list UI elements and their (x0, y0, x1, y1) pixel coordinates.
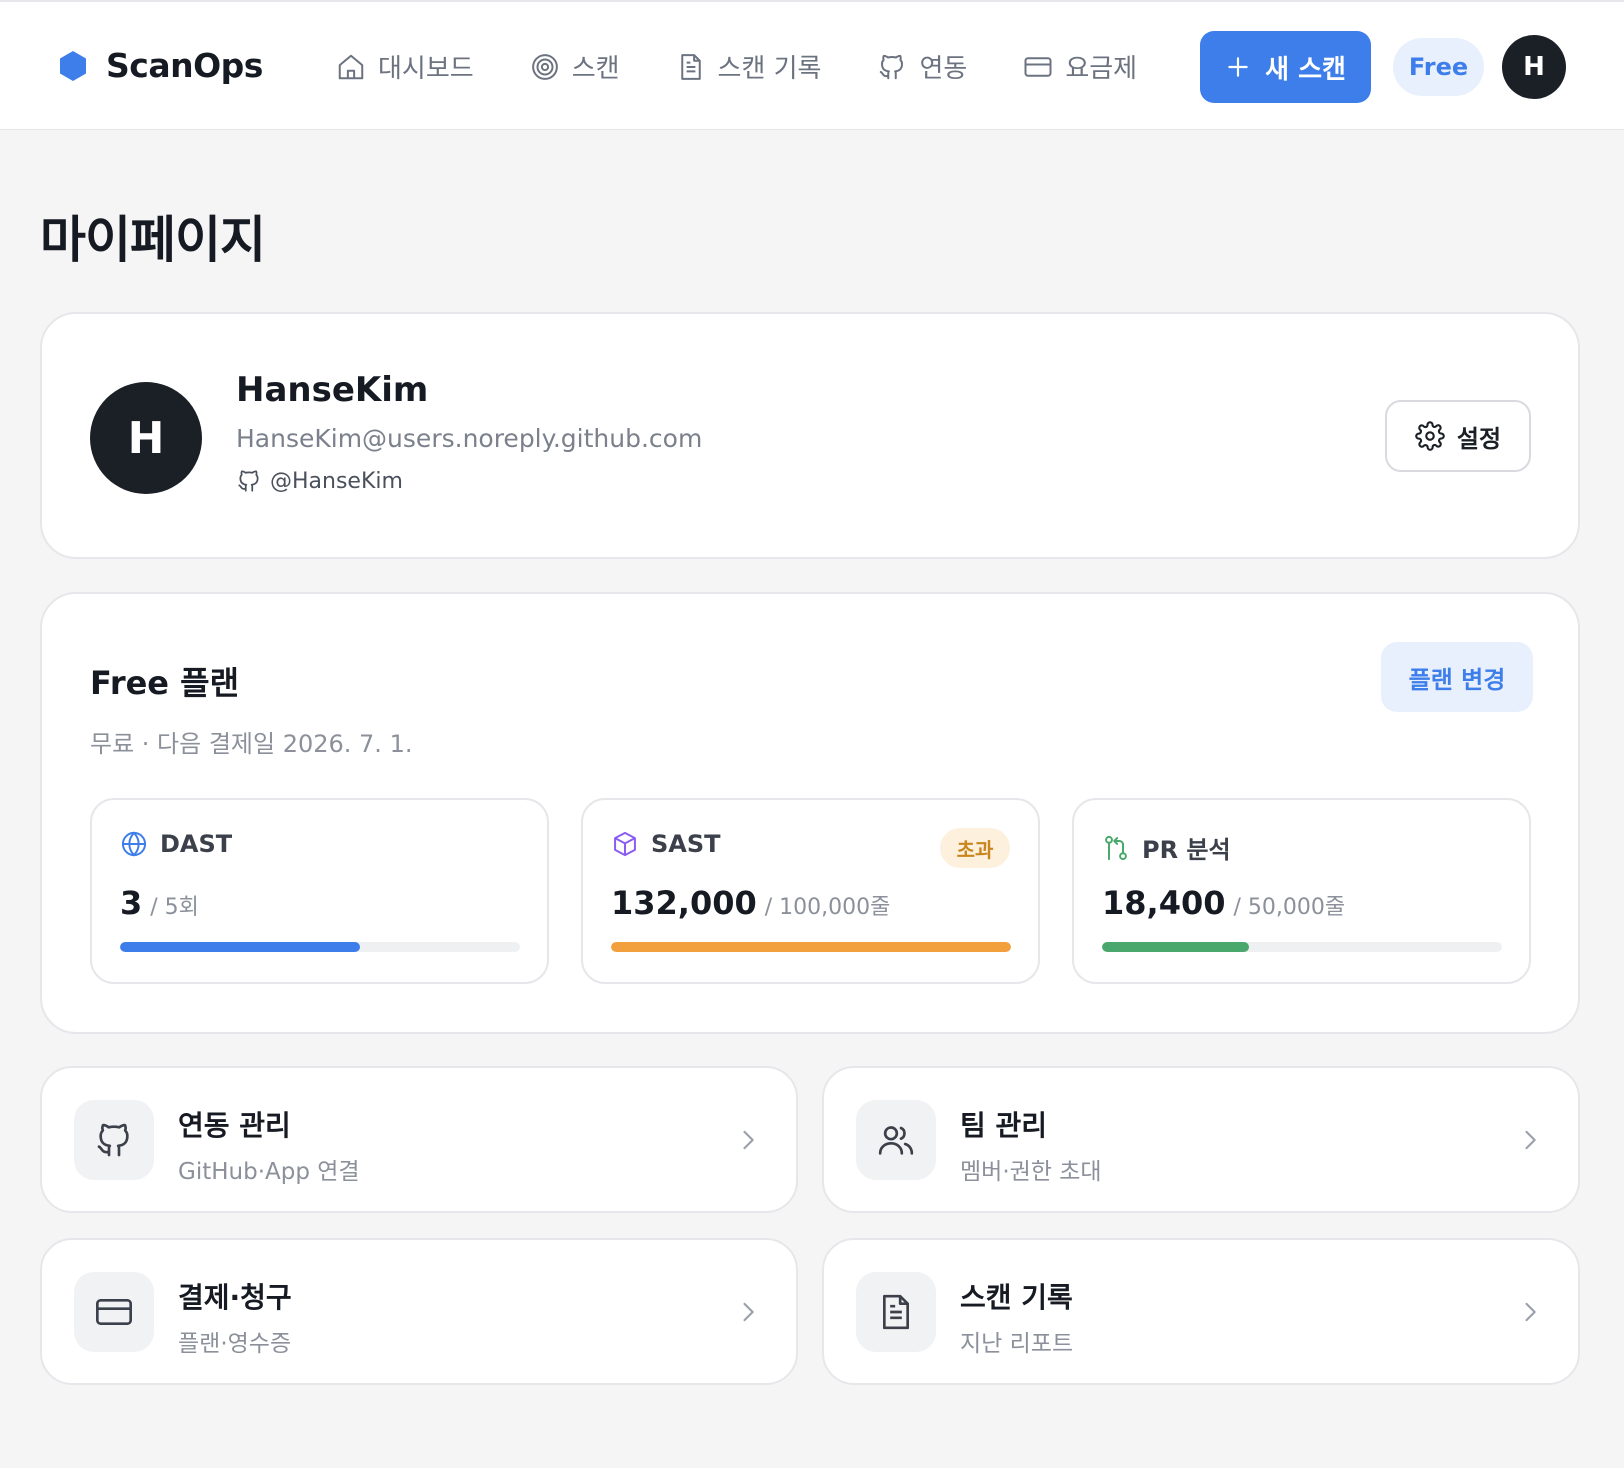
github-icon (236, 468, 262, 494)
link-subtitle: 플랜·영수증 (178, 1331, 292, 1357)
settings-label: 설정 (1456, 424, 1502, 453)
nav-item-dashboard[interactable]: 대시보드 (336, 48, 474, 85)
chevron-right-icon (1516, 1298, 1544, 1326)
cube-icon (611, 830, 639, 858)
link-title: 결제·청구 (178, 1281, 292, 1314)
new-scan-button[interactable]: 새 스캔 (1200, 31, 1371, 103)
nav-item-scan-history[interactable]: 스캔 기록 (676, 48, 822, 85)
plan-title: Free 플랜 (90, 664, 240, 702)
home-icon (336, 52, 366, 82)
profile-email: HanseKim@users.noreply.github.com (236, 424, 703, 453)
brand-logo[interactable]: ScanOps (58, 46, 263, 85)
file-icon (876, 1292, 916, 1332)
nav-label: 요금제 (1065, 54, 1138, 84)
users-icon (876, 1120, 916, 1160)
new-scan-label: 새 스캔 (1265, 54, 1346, 85)
usage-card-dast: DAST 3 / 5회 (90, 798, 549, 984)
usage-header: SAST (611, 830, 721, 858)
over-limit-badge: 초과 (940, 828, 1010, 868)
gear-icon (1415, 421, 1445, 451)
link-subtitle: GitHub·App 연결 (178, 1159, 360, 1185)
change-plan-button[interactable]: 플랜 변경 (1381, 642, 1533, 712)
usage-label: DAST (160, 830, 233, 858)
main-nav: 대시보드 스캔 스캔 기록 연동 요금제 (336, 48, 1193, 85)
usage-header: DAST (120, 830, 232, 858)
link-title: 연동 관리 (178, 1109, 291, 1142)
credit-card-icon (94, 1292, 134, 1332)
profile-avatar: H (90, 382, 202, 494)
chevron-right-icon (1516, 1126, 1544, 1154)
usage-progress-track (120, 942, 520, 952)
github-handle-text: @HanseKim (270, 468, 403, 494)
link-icon-box (856, 1100, 936, 1180)
link-subtitle: 지난 리포트 (960, 1331, 1074, 1357)
link-title: 스캔 기록 (960, 1281, 1073, 1314)
file-icon (676, 52, 706, 82)
nav-label: 연동 (919, 54, 968, 84)
team-management-card[interactable]: 팀 관리 멤버·권한 초대 (822, 1066, 1580, 1213)
usage-used: 132,000 (611, 884, 757, 922)
chevron-right-icon (734, 1126, 762, 1154)
scan-history-card[interactable]: 스캔 기록 지난 리포트 (822, 1238, 1580, 1385)
nav-label: 스캔 (571, 54, 620, 84)
usage-progress-bar (1102, 942, 1250, 952)
usage-progress-bar (120, 942, 360, 952)
usage-card-pr-analysis: PR 분석 18,400 / 50,000줄 (1072, 798, 1531, 984)
usage-label: SAST (651, 830, 721, 858)
chevron-right-icon (734, 1298, 762, 1326)
user-avatar[interactable]: H (1502, 35, 1566, 99)
github-icon (877, 52, 907, 82)
usage-card-sast: SAST 초과 132,000 / 100,000줄 (581, 798, 1040, 984)
usage-progress-track (1102, 942, 1502, 952)
link-icon-box (856, 1272, 936, 1352)
usage-used: 18,400 (1102, 884, 1226, 922)
brand-name: ScanOps (106, 46, 263, 85)
usage-label: PR 분석 (1142, 836, 1231, 864)
plan-card: Free 플랜 무료 · 다음 결제일 2026. 7. 1. 플랜 변경 DA… (40, 592, 1580, 1034)
billing-card[interactable]: 결제·청구 플랜·영수증 (40, 1238, 798, 1385)
plan-badge[interactable]: Free (1393, 38, 1484, 96)
profile-card: H HanseKim HanseKim@users.noreply.github… (40, 312, 1580, 559)
link-subtitle: 멤버·권한 초대 (960, 1159, 1102, 1185)
nav-item-scan[interactable]: 스캔 (530, 48, 620, 85)
nav-item-integrations[interactable]: 연동 (877, 48, 967, 85)
usage-header: PR 분석 (1102, 830, 1231, 865)
globe-icon (120, 830, 148, 858)
nav-label: 대시보드 (378, 54, 474, 84)
plan-subtitle: 무료 · 다음 결제일 2026. 7. 1. (90, 730, 413, 758)
usage-progress-bar (611, 942, 1011, 952)
integrations-management-card[interactable]: 연동 관리 GitHub·App 연결 (40, 1066, 798, 1213)
target-icon (530, 52, 560, 82)
profile-name: HanseKim (236, 370, 429, 410)
github-icon (94, 1120, 134, 1160)
usage-limit: / 50,000줄 (1233, 895, 1346, 920)
page-title: 마이페이지 (40, 211, 266, 269)
usage-used: 3 (120, 884, 143, 922)
settings-button[interactable]: 설정 (1385, 400, 1531, 472)
top-header: ScanOps 대시보드 스캔 스캔 기록 연동 요금제 새 스캔 Free H (0, 0, 1624, 130)
usage-value: 132,000 / 100,000줄 (611, 884, 890, 922)
git-pull-request-icon (1102, 834, 1130, 862)
plus-icon (1225, 54, 1251, 80)
link-icon-box (74, 1272, 154, 1352)
hexagon-logo-icon (58, 50, 88, 82)
usage-value: 3 / 5회 (120, 884, 199, 922)
usage-limit: / 5회 (150, 895, 199, 920)
nav-label: 스캔 기록 (717, 54, 822, 84)
usage-value: 18,400 / 50,000줄 (1102, 884, 1345, 922)
link-icon-box (74, 1100, 154, 1180)
usage-limit: / 100,000줄 (764, 895, 891, 920)
profile-github-handle: @HanseKim (236, 468, 403, 494)
link-title: 팀 관리 (960, 1109, 1048, 1142)
credit-card-icon (1023, 52, 1053, 82)
usage-progress-track (611, 942, 1011, 952)
nav-item-pricing[interactable]: 요금제 (1023, 48, 1137, 85)
